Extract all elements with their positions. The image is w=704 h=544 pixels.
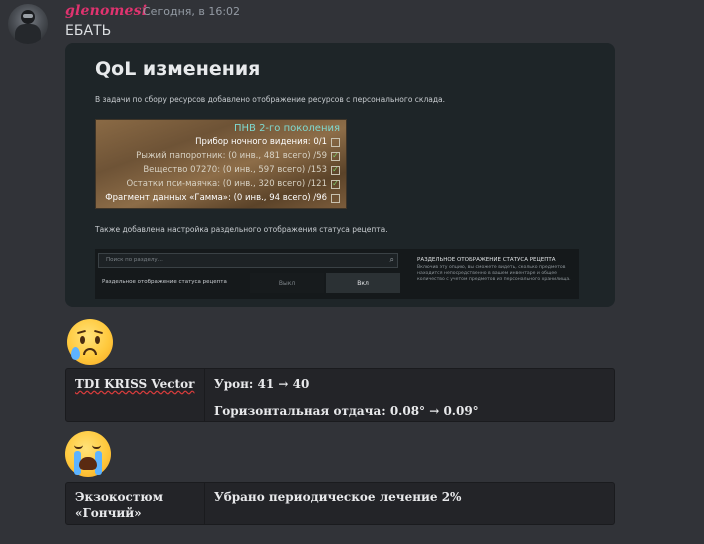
checkmark-icon: ✓ (331, 151, 340, 161)
weapon-name: TDI KRISS Vector (75, 377, 195, 391)
loudly-crying-emoji-icon[interactable] (65, 431, 111, 477)
search-icon: ⌕ (389, 255, 394, 264)
checkmark-icon: ✓ (331, 179, 340, 189)
checkmark-icon: ✓ (331, 165, 340, 175)
weapon-change-table: TDI KRISS Vector Урон: 41 → 40 Горизонта… (65, 368, 615, 422)
message-text: ЕБАТЬ (65, 23, 112, 39)
hud-row: Фрагмент данных «Гамма»: (0 инв., 94 все… (105, 192, 340, 204)
task-hud-preview: ПНВ 2-го поколения Прибор ночного видени… (95, 119, 347, 209)
armor-name-line1: Экзокостюм (75, 490, 164, 504)
settings-preview: Поиск по разделу... ⌕ Раздельное отображ… (95, 249, 579, 299)
option-on-button: Вкл (326, 273, 400, 293)
image-text-setting: Также добавлена настройка раздельного от… (95, 225, 388, 234)
image-text-resources: В задачи по сбору ресурсов добавлено ото… (95, 95, 446, 104)
armor-change-table: Экзокостюм «Гончий» Убрано периодическое… (65, 482, 615, 525)
image-title: QoL изменения (95, 58, 261, 80)
hud-row: Вещество 07270: (0 инв., 597 всего) /153… (143, 165, 340, 175)
option-label: Раздельное отображение статуса рецепта (102, 279, 227, 285)
armor-name-line2: «Гончий» (75, 506, 142, 520)
option-description-title: РАЗДЕЛЬНОЕ ОТОБРАЖЕНИЕ СТАТУСА РЕЦЕПТА (417, 257, 556, 263)
recoil-change: Горизонтальная отдача: 0.08° → 0.09° (214, 404, 479, 418)
damage-change: Урон: 41 → 40 (214, 377, 310, 391)
option-off-button: Выкл (250, 273, 324, 293)
hud-row: Прибор ночного видения: 0/1 (195, 136, 340, 148)
user-avatar[interactable] (8, 4, 48, 44)
username[interactable]: glenomesi (65, 3, 147, 19)
checkbox-icon (331, 137, 340, 147)
sad-tear-emoji-icon[interactable] (67, 319, 113, 365)
hud-row: Остатки пси-маячка: (0 инв., 320 всего) … (126, 179, 340, 189)
settings-search-input: Поиск по разделу... ⌕ (98, 253, 398, 268)
message-timestamp: Сегодня, в 16:02 (143, 5, 241, 18)
hud-row: Рыжий папоротник: (0 инв., 481 всего) /5… (136, 151, 340, 161)
checkbox-icon (331, 193, 340, 203)
hud-title: ПНВ 2-го поколения (233, 123, 340, 134)
option-description-text: Включив эту опцию, вы сможете видеть, ск… (417, 265, 571, 282)
attached-image[interactable]: QoL изменения В задачи по сбору ресурсов… (65, 43, 615, 307)
armor-change-text: Убрано периодическое лечение 2% (214, 490, 462, 504)
